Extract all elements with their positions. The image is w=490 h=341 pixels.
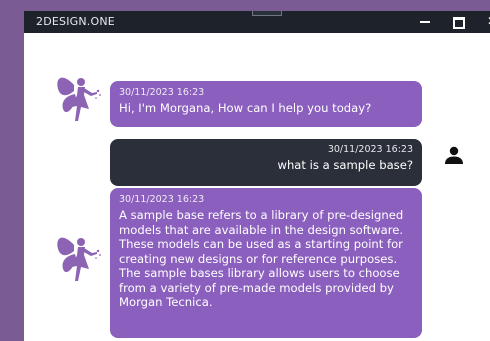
drag-handle[interactable] [252,11,282,16]
maximize-icon [453,17,465,29]
maximize-button[interactable] [444,11,472,33]
message-timestamp: 30/11/2023 16:23 [327,144,413,155]
message-timestamp: 30/11/2023 16:23 [119,194,205,205]
message-bubble-bot: 30/11/2023 16:23 Hi, I'm Morgana, How ca… [110,81,422,127]
fairy-icon [57,77,101,121]
message-bubble-user: 30/11/2023 16:23 what is a sample base? [110,139,422,186]
fairy-icon [57,237,101,281]
title-bar[interactable]: 2DESIGN.ONE ✕ [24,11,490,33]
message-text: what is a sample base? [277,158,413,172]
user-icon [445,146,463,164]
message-text: Hi, I'm Morgana, How can I help you toda… [119,101,372,115]
message-text: A sample base refers to a library of pre… [119,208,404,309]
minimize-icon [420,21,430,23]
app-title: 2DESIGN.ONE [36,15,115,28]
close-button[interactable]: ✕ [476,11,490,33]
chat-window: 2DESIGN.ONE ✕ 30/11/2023 16:23 Hi, I'm M… [24,11,490,341]
minimize-button[interactable] [411,11,439,33]
message-timestamp: 30/11/2023 16:23 [119,87,205,98]
message-bubble-bot: 30/11/2023 16:23 A sample base refers to… [110,188,422,338]
